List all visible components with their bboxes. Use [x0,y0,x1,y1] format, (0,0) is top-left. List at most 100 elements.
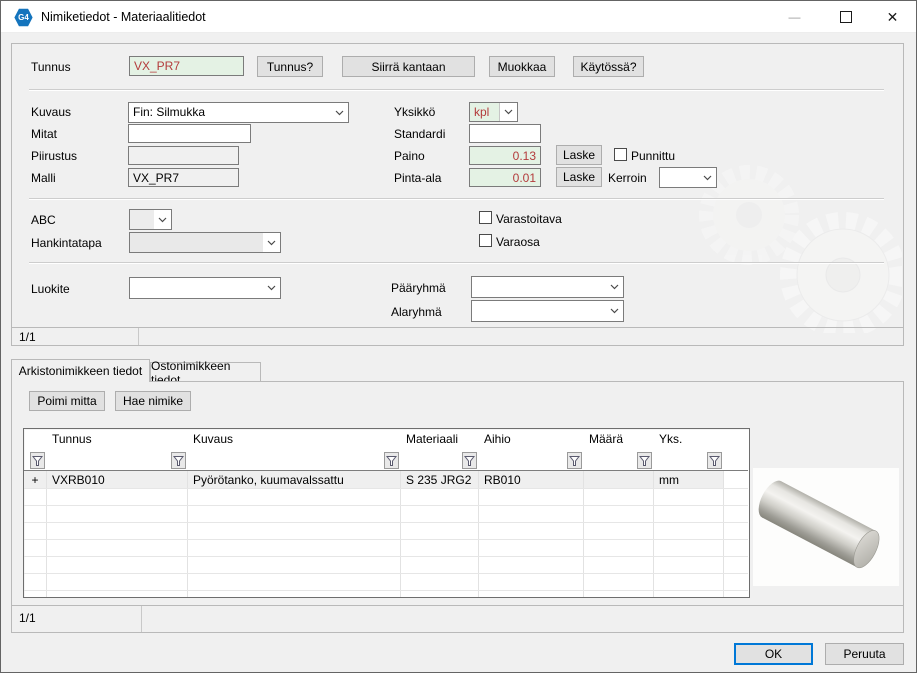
item-table: Tunnus Kuvaus Materiaali Aihio Määrä Yks… [23,428,750,598]
tunnus-input[interactable]: VX_PR7 [129,56,244,76]
gridline [24,522,748,523]
varastoitava-checkbox[interactable] [479,211,492,224]
laske-paino-button[interactable]: Laske [556,145,602,165]
pinta-ala-input[interactable]: 0.01 [469,168,541,187]
kerroin-value [660,168,699,187]
cell-yks[interactable]: mm [659,473,719,487]
status-divider [12,327,903,328]
minimize-button[interactable]: — [772,1,817,33]
standardi-input[interactable] [469,124,541,143]
close-button[interactable]: ✕ [870,1,915,33]
gridline [46,471,47,597]
hankintatapa-combobox[interactable] [129,232,281,253]
punnittu-label: Punnittu [631,149,675,163]
tunnus-query-button[interactable]: Tunnus? [257,56,323,77]
tab-ostonimikkeen-tiedot[interactable]: Ostonimikkeen tiedot [150,362,261,382]
funnel-icon [32,455,43,467]
piirustus-input[interactable] [128,146,239,165]
cell-aihio[interactable]: RB010 [484,473,579,487]
status-divider [12,605,903,606]
column-header-tunnus[interactable]: Tunnus [46,432,187,448]
yksikko-combobox[interactable]: kpl [469,102,518,122]
kuvaus-combobox[interactable]: Fin: Silmukka [128,102,349,123]
filter-button[interactable] [462,452,477,469]
chevron-down-icon [263,233,280,252]
minimize-icon: — [789,10,801,24]
varaosa-checkbox[interactable] [479,234,492,247]
separator [29,262,884,263]
chevron-down-icon [499,103,517,121]
varastoitava-label: Varastoitava [496,212,562,226]
maximize-icon [840,11,852,23]
yksikko-label: Yksikkö [394,105,435,119]
maximize-button[interactable] [823,1,868,33]
funnel-icon [464,455,475,467]
pinta-ala-label: Pinta-ala [394,171,441,185]
gridline [24,539,748,540]
filter-button[interactable] [637,452,652,469]
hankintatapa-label: Hankintatapa [31,236,102,250]
column-header[interactable] [24,432,46,448]
gridline [478,471,479,597]
punnittu-checkbox[interactable] [614,148,627,161]
filter-button[interactable] [171,452,186,469]
filter-button[interactable] [707,452,722,469]
funnel-icon [569,455,580,467]
gridline [583,471,584,597]
model-preview-viewport[interactable] [753,468,899,586]
gridline [187,471,188,597]
kerroin-combobox[interactable] [659,167,717,188]
hae-nimike-button[interactable]: Hae nimike [115,391,191,411]
poimi-mitta-button[interactable]: Poimi mitta [29,391,105,411]
cell-tunnus[interactable]: VXRB010 [52,473,182,487]
column-header-aihio[interactable]: Aihio [478,432,583,448]
paaryhma-value [472,277,606,297]
filter-button[interactable] [384,452,399,469]
malli-label: Malli [31,171,56,185]
hankintatapa-value [130,233,263,252]
ok-button[interactable]: OK [734,643,813,665]
chevron-down-icon [606,301,623,321]
abc-combobox[interactable] [129,209,172,230]
filter-button[interactable] [567,452,582,469]
kaytossa-button[interactable]: Käytössä? [573,56,644,77]
yksikko-value: kpl [470,103,499,121]
gridline [653,471,654,597]
mitat-label: Mitat [31,127,57,141]
chevron-down-icon [154,210,171,229]
paaryhma-combobox[interactable] [471,276,624,298]
funnel-icon [709,455,720,467]
window-title: Nimiketiedot - Materiaalitiedot [41,10,206,24]
paino-label: Paino [394,149,425,163]
abc-value [130,210,154,229]
luokite-combobox[interactable] [129,277,281,299]
paino-input[interactable]: 0.13 [469,146,541,165]
malli-input[interactable]: VX_PR7 [128,168,239,187]
row-expander[interactable]: + [24,473,46,487]
tab-join [12,381,149,382]
column-header-materiaali[interactable]: Materiaali [400,432,478,448]
gridline [24,573,748,574]
laske-pinta-ala-button[interactable]: Laske [556,167,602,187]
cell-kuvaus[interactable]: Pyörötanko, kuumavalssattu [193,473,398,487]
mitat-input[interactable] [128,124,251,143]
alaryhma-combobox[interactable] [471,300,624,322]
column-header-yks[interactable]: Yks. [653,432,723,448]
gridline [400,471,401,597]
filter-button[interactable] [30,452,45,469]
funnel-icon [639,455,650,467]
cylinder-model [753,468,899,586]
standardi-label: Standardi [394,127,445,141]
chevron-down-icon [699,168,716,187]
cell-materiaali[interactable]: S 235 JRG2 [406,473,478,487]
siirra-kantaan-button[interactable]: Siirrä kantaan [342,56,475,77]
kuvaus-value: Fin: Silmukka [129,103,331,122]
column-header-kuvaus[interactable]: Kuvaus [187,432,400,448]
column-header-maara[interactable]: Määrä [583,432,653,448]
chevron-down-icon [606,277,623,297]
cancel-button[interactable]: Peruuta [825,643,904,665]
tab-arkistonimikkeen-tiedot[interactable]: Arkistonimikkeen tiedot [11,359,150,382]
piirustus-label: Piirustus [31,149,77,163]
muokkaa-button[interactable]: Muokkaa [489,56,555,77]
gridline [723,471,724,597]
